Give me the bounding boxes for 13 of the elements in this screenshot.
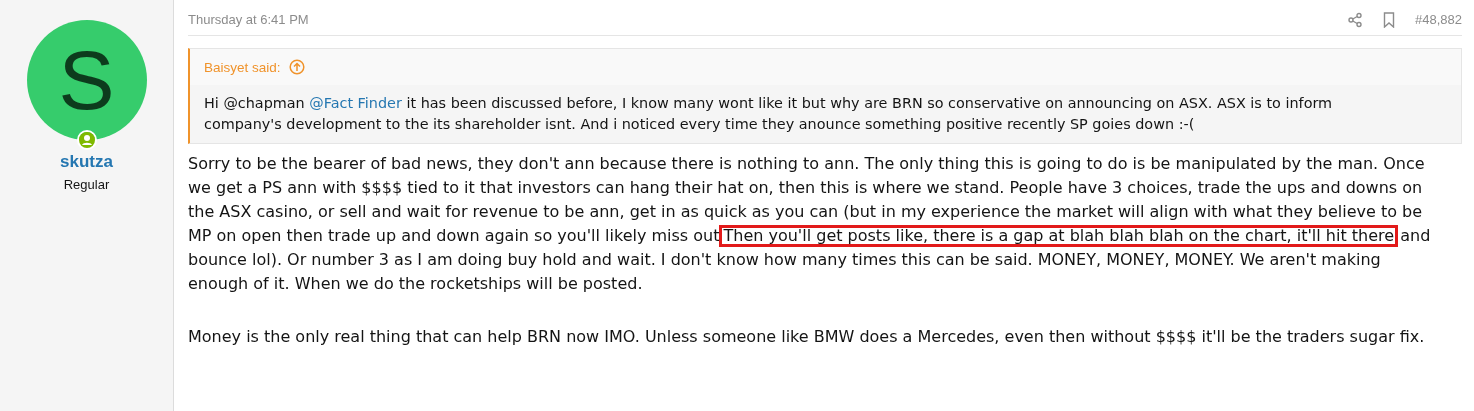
share-icon[interactable] [1347, 11, 1363, 28]
bookmark-icon[interactable] [1383, 11, 1395, 28]
post-paragraph: Sorry to be the bearer of bad news, they don't ann because there is nothing to ann. The only thing this is going to do is be manipulated by the man. Once we get a PS ann with $$$$ tied to it that investors can hang their hat on, then this is where we stand. People have 3 choices, trade the ups and downs on the ASX casino, or sell and wait for revenue to be ann, get in as quick as you can (but in my experience the market will align with what they believe to be MP on open then trade up and down again so you'll likely miss out Then you'll get posts like, there is a gap at blah blah blah on the chart, it'll hit there and bounce lol). Or number 3 as I am doing buy hold and wait. I don't know how many times this can be said. MONEY, MONEY, MONEY. We aren't making enough of it. When we do the rocketships will be posted. [188, 153, 1432, 295]
avatar[interactable]: S [26, 20, 147, 140]
user-title: Regular [63, 177, 110, 192]
username-link[interactable]: skutza [60, 152, 113, 172]
post-paragraph: Money is the only real thing that can help BRN now IMO. Unless someone like BMW does a Mercedes, even then without $$$$ it'll be the traders sugar fix. [188, 326, 1426, 348]
mention-link[interactable]: @Fact Finder [309, 95, 402, 111]
post-number-link[interactable]: #48,882 [1415, 12, 1462, 27]
post-date-link[interactable]: Thursday at 6:41 PM [188, 12, 309, 27]
quote-text: Hi @chapman @Fact Finder it has been discussed before, I know many wont like it but why are BRN so conservative on announcing on ASX. ASX is to inform company's development to the its shareholder isnt. And i noticed every time they anounce something positive recently SP goies down :-( [203, 94, 1334, 134]
quote-source-link[interactable]: Baisyet said: [204, 59, 281, 75]
arrow-up-circle-icon[interactable] [288, 59, 305, 75]
